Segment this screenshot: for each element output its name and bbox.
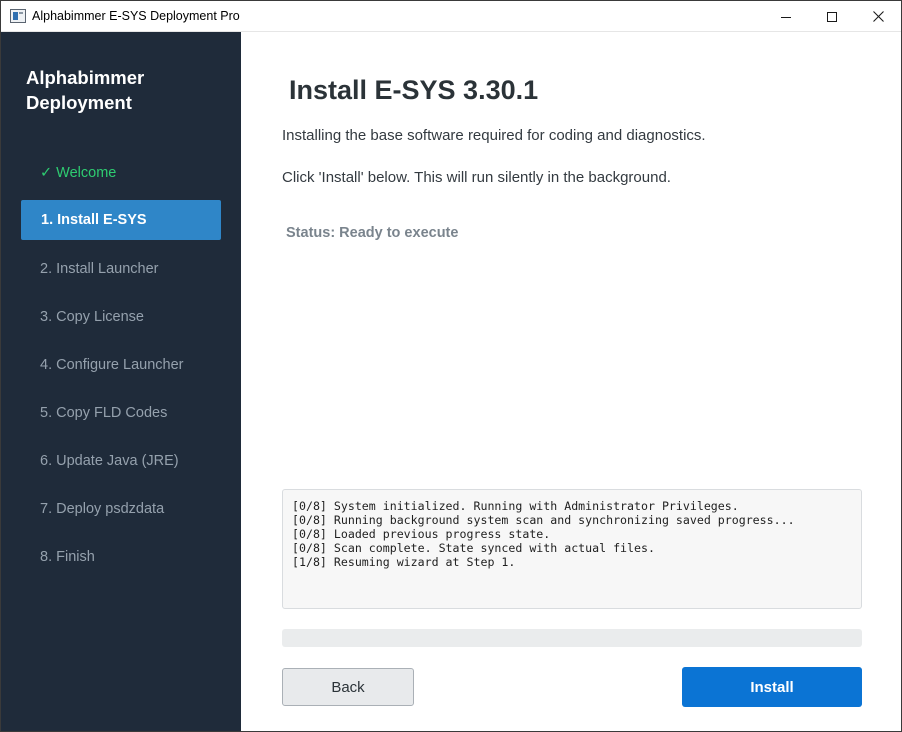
progress-bar bbox=[282, 629, 862, 647]
sidebar-item-copy-fld-codes[interactable]: 5. Copy FLD Codes bbox=[21, 393, 221, 433]
close-icon bbox=[872, 11, 884, 22]
back-button[interactable]: Back bbox=[282, 668, 414, 706]
log-line: [0/8] Running background system scan and… bbox=[292, 513, 795, 527]
minimize-icon bbox=[781, 16, 791, 18]
sidebar-item-install-esys[interactable]: 1. Install E-SYS bbox=[21, 200, 221, 240]
sidebar-item-update-java[interactable]: 6. Update Java (JRE) bbox=[21, 441, 221, 481]
page-title: Install E-SYS 3.30.1 bbox=[289, 75, 539, 105]
step-description: Installing the base software required fo… bbox=[282, 127, 706, 144]
window-title: Alphabimmer E-SYS Deployment Pro bbox=[32, 9, 240, 23]
install-button[interactable]: Install bbox=[682, 667, 862, 707]
log-line: [1/8] Resuming wizard at Step 1. bbox=[292, 555, 516, 569]
maximize-button[interactable] bbox=[809, 1, 855, 32]
log-output[interactable]: [0/8] System initialized. Running with A… bbox=[282, 489, 862, 609]
sidebar: Alphabimmer Deployment ✓ Welcome 1. Inst… bbox=[1, 32, 241, 731]
close-button[interactable] bbox=[855, 1, 901, 32]
sidebar-item-welcome[interactable]: ✓ Welcome bbox=[21, 153, 221, 193]
app-window: Alphabimmer E-SYS Deployment Pro Alphabi… bbox=[0, 0, 902, 732]
title-bar[interactable]: Alphabimmer E-SYS Deployment Pro bbox=[1, 1, 901, 32]
sidebar-item-configure-launcher[interactable]: 4. Configure Launcher bbox=[21, 345, 221, 385]
main-panel: Install E-SYS 3.30.1 Installing the base… bbox=[241, 32, 901, 731]
step-instruction: Click 'Install' below. This will run sil… bbox=[282, 169, 671, 186]
minimize-button[interactable] bbox=[763, 1, 809, 32]
maximize-icon bbox=[827, 11, 837, 22]
sidebar-item-copy-license[interactable]: 3. Copy License bbox=[21, 297, 221, 337]
log-line: [0/8] System initialized. Running with A… bbox=[292, 499, 739, 513]
sidebar-item-install-launcher[interactable]: 2. Install Launcher bbox=[21, 249, 221, 289]
app-window-icon bbox=[10, 9, 26, 23]
sidebar-item-finish[interactable]: 8. Finish bbox=[21, 537, 221, 577]
sidebar-item-deploy-psdzdata[interactable]: 7. Deploy psdzdata bbox=[21, 489, 221, 529]
status-text: Status: Ready to execute bbox=[286, 225, 459, 241]
sidebar-brand: Alphabimmer Deployment bbox=[26, 67, 145, 113]
log-line: [0/8] Loaded previous progress state. bbox=[292, 527, 551, 541]
log-line: [0/8] Scan complete. State synced with a… bbox=[292, 541, 655, 555]
